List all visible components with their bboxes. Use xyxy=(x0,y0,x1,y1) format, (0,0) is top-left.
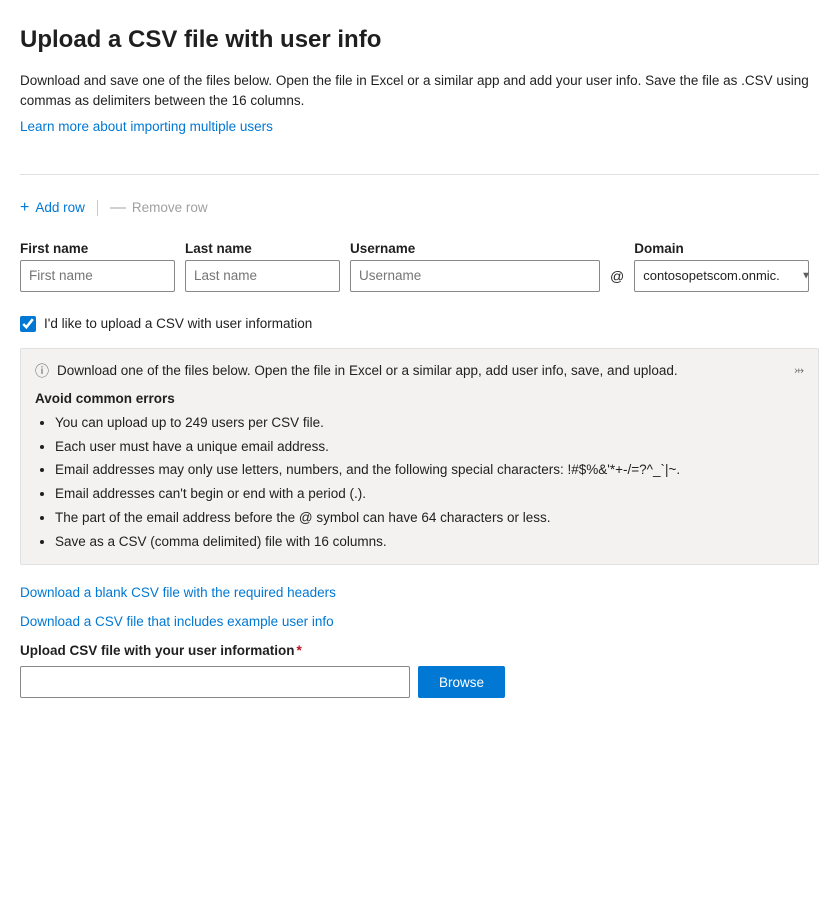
username-label: Username xyxy=(350,241,600,256)
csv-checkbox-label[interactable]: I'd like to upload a CSV with user infor… xyxy=(44,316,312,331)
username-input[interactable] xyxy=(350,260,600,292)
plus-icon: + xyxy=(20,199,29,217)
browse-button[interactable]: Browse xyxy=(418,666,505,698)
csv-checkbox-row: I'd like to upload a CSV with user infor… xyxy=(20,316,819,332)
last-name-label: Last name xyxy=(185,241,340,256)
add-row-label: Add row xyxy=(35,200,85,215)
error-list-item: Save as a CSV (comma delimited) file wit… xyxy=(55,533,804,552)
add-row-button[interactable]: + Add row xyxy=(20,195,85,221)
toolbar: + Add row — Remove row xyxy=(20,195,819,221)
divider xyxy=(20,174,819,175)
first-name-label: First name xyxy=(20,241,175,256)
info-panel-header-text: ⓘ Download one of the files below. Open … xyxy=(35,361,678,381)
collapse-icon[interactable]: ⤔ xyxy=(794,363,804,378)
info-icon: ⓘ xyxy=(35,361,49,381)
domain-col: Domain contosopetscom.onmic... ▼ xyxy=(634,241,819,292)
domain-select[interactable]: contosopetscom.onmic... xyxy=(634,260,809,292)
download-blank-csv-link[interactable]: Download a blank CSV file with the requi… xyxy=(20,585,819,600)
last-name-col: Last name xyxy=(185,241,340,292)
description-text: Download and save one of the files below… xyxy=(20,71,819,112)
last-name-input[interactable] xyxy=(185,260,340,292)
error-list-item: The part of the email address before the… xyxy=(55,509,804,528)
csv-checkbox[interactable] xyxy=(20,316,36,332)
remove-row-label: Remove row xyxy=(132,200,208,215)
domain-select-wrapper: contosopetscom.onmic... ▼ xyxy=(634,260,819,292)
info-panel-header: ⓘ Download one of the files below. Open … xyxy=(35,361,804,381)
error-list-item: Email addresses may only use letters, nu… xyxy=(55,461,804,480)
first-name-input[interactable] xyxy=(20,260,175,292)
username-col: Username xyxy=(350,241,600,292)
upload-file-input[interactable] xyxy=(20,666,410,698)
info-panel-description: Download one of the files below. Open th… xyxy=(57,363,678,378)
error-list: You can upload up to 249 users per CSV f… xyxy=(35,414,804,552)
user-form: First name Last name Username @ Domain c… xyxy=(20,241,819,292)
avoid-errors-title: Avoid common errors xyxy=(35,391,804,406)
toolbar-divider xyxy=(97,200,98,216)
at-symbol: @ xyxy=(610,268,624,292)
minus-icon: — xyxy=(110,199,126,217)
upload-input-row: Browse xyxy=(20,666,819,698)
first-name-col: First name xyxy=(20,241,175,292)
upload-label-text: Upload CSV file with your user informati… xyxy=(20,643,295,658)
error-list-item: You can upload up to 249 users per CSV f… xyxy=(55,414,804,433)
page-title: Upload a CSV file with user info xyxy=(20,24,819,55)
error-list-item: Each user must have a unique email addre… xyxy=(55,438,804,457)
upload-label: Upload CSV file with your user informati… xyxy=(20,643,819,658)
learn-more-link[interactable]: Learn more about importing multiple user… xyxy=(20,119,273,134)
domain-label: Domain xyxy=(634,241,819,256)
error-list-item: Email addresses can't begin or end with … xyxy=(55,485,804,504)
remove-row-button[interactable]: — Remove row xyxy=(110,195,208,221)
info-panel: ⓘ Download one of the files below. Open … xyxy=(20,348,819,565)
download-example-csv-link[interactable]: Download a CSV file that includes exampl… xyxy=(20,614,819,629)
required-star: * xyxy=(297,643,302,658)
upload-section: Upload CSV file with your user informati… xyxy=(20,643,819,698)
